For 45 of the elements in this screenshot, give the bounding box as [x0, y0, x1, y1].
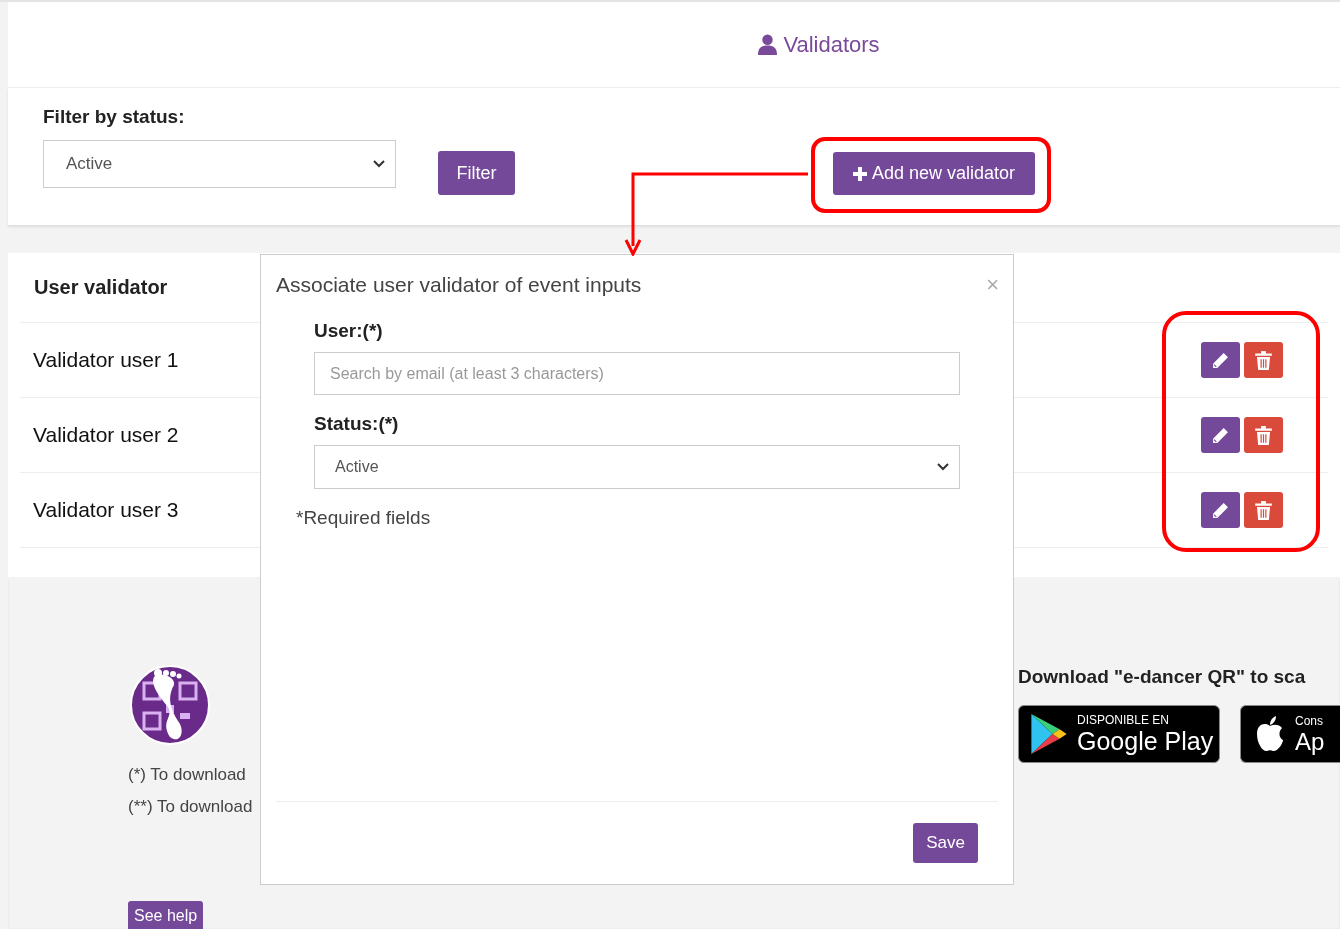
- trash-icon: [1255, 350, 1272, 370]
- save-button[interactable]: Save: [913, 823, 978, 863]
- trash-icon: [1255, 425, 1272, 445]
- pencil-icon: [1212, 350, 1229, 370]
- validator-name: Validator user 2: [33, 423, 179, 447]
- delete-button[interactable]: [1244, 417, 1283, 453]
- pencil-icon: [1212, 425, 1229, 445]
- badge-store-name: Google Play: [1077, 729, 1214, 754]
- logo-icon: [130, 665, 210, 745]
- trash-icon: [1255, 500, 1272, 520]
- see-help-button[interactable]: See help: [128, 901, 204, 929]
- badge-caption: Cons: [1295, 714, 1324, 727]
- validator-name: Validator user 1: [33, 348, 179, 372]
- store-badge[interactable]: Cons Ap: [1240, 705, 1340, 763]
- delete-button[interactable]: [1244, 492, 1283, 528]
- delete-button[interactable]: [1244, 342, 1283, 378]
- user-icon: [758, 34, 778, 55]
- play-icon: [1031, 714, 1067, 754]
- field-label: User:(*): [314, 320, 383, 342]
- filter-label: Filter by status:: [43, 106, 186, 128]
- column-header: User validator: [34, 276, 168, 299]
- store-badge[interactable]: DISPONIBLE EN Google Play: [1018, 705, 1220, 763]
- required-note: *Required fields: [296, 507, 431, 529]
- modal-title: Associate user validator of event inputs: [276, 273, 642, 297]
- badge-caption: DISPONIBLE EN: [1077, 714, 1171, 726]
- field-label: Status:(*): [314, 413, 399, 435]
- chevron-icon: [937, 463, 949, 471]
- add-validator-button[interactable]: Add new validator: [833, 152, 1035, 195]
- badge-store-name: Ap: [1295, 729, 1325, 754]
- edit-button[interactable]: [1201, 417, 1240, 453]
- page-title: Validators: [783, 31, 880, 58]
- filter-button[interactable]: Filter: [438, 151, 515, 195]
- status-select[interactable]: Active: [314, 445, 960, 489]
- edit-button[interactable]: [1201, 342, 1240, 378]
- pencil-icon: [1212, 500, 1229, 520]
- user-search-field[interactable]: Search by email (at least 3 characters): [314, 352, 960, 395]
- download-note: (**) To download: [128, 797, 253, 817]
- status-select[interactable]: Active: [43, 140, 396, 188]
- chevron-icon: [373, 160, 385, 168]
- apple-icon: [1255, 716, 1285, 752]
- edit-button[interactable]: [1201, 492, 1240, 528]
- download-note: (*) To download: [128, 765, 246, 785]
- download-heading: Download "e-dancer QR" to sca: [1018, 666, 1307, 688]
- validator-name: Validator user 3: [33, 498, 179, 522]
- plus-icon: [852, 166, 867, 181]
